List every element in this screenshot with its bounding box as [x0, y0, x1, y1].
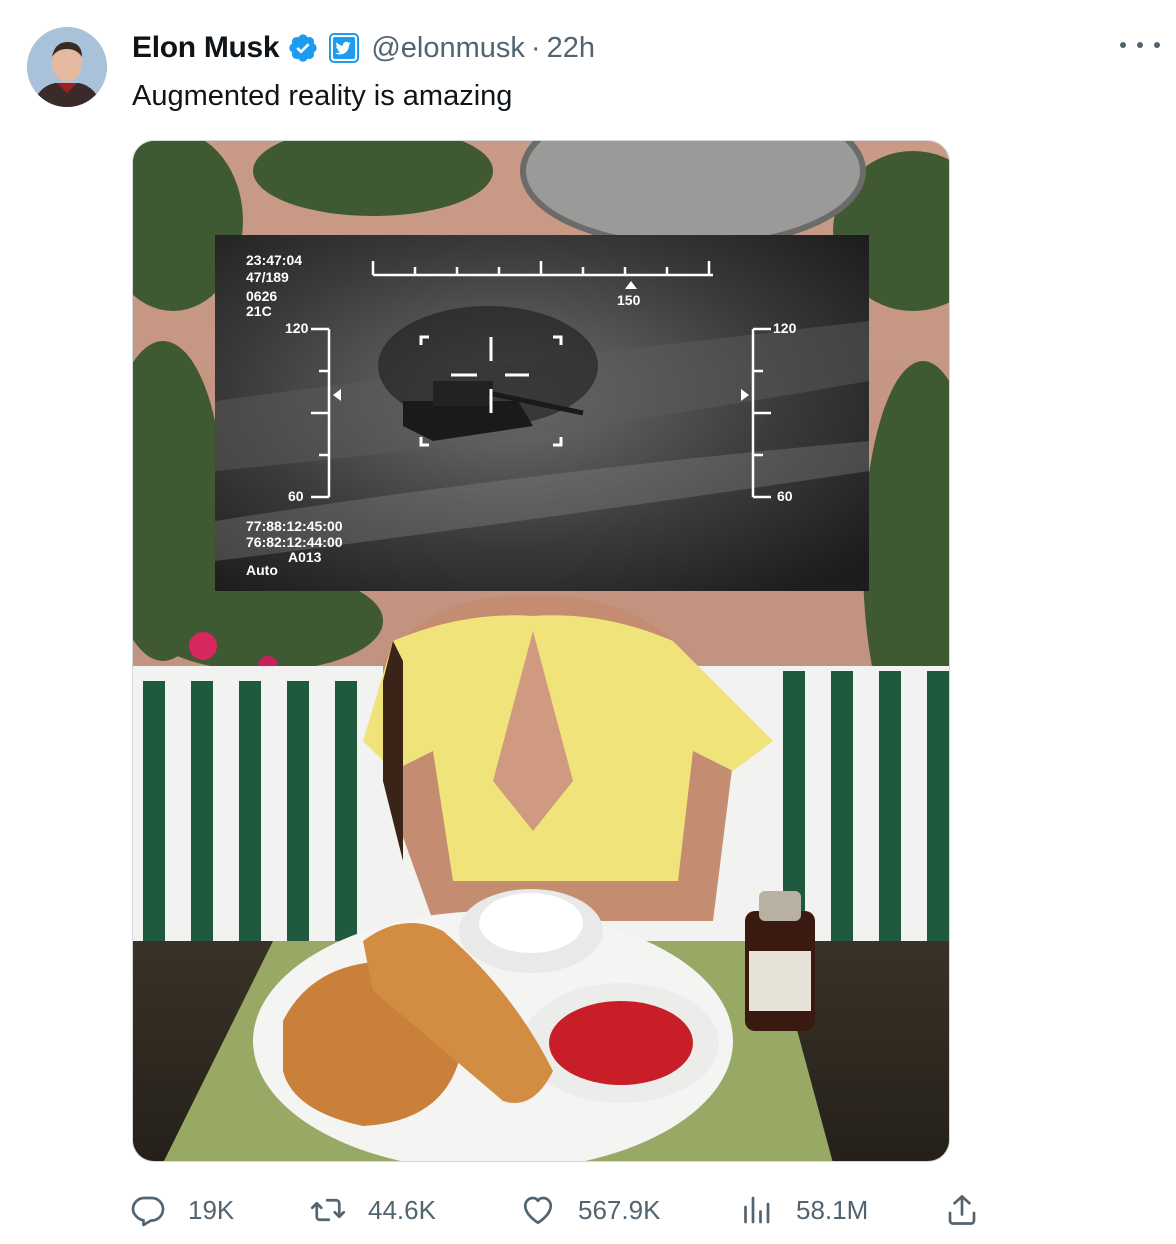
hud-id: A013 [288, 549, 322, 565]
reply-count: 19K [188, 1194, 235, 1225]
retweet-icon [310, 1198, 346, 1222]
affiliate-badge-icon[interactable] [329, 33, 360, 63]
share-icon [948, 1195, 976, 1225]
tweet-timestamp[interactable]: 22h [547, 32, 595, 65]
tweet-text: Augmented reality is amazing [132, 80, 513, 112]
tweet-media[interactable]: 23:47:04 47/189 0626 21C 120 60 120 60 1… [132, 140, 950, 1162]
retweet-count: 44.6K [368, 1194, 436, 1225]
views-icon [744, 1196, 770, 1224]
hud-frame: 47/189 [246, 269, 289, 285]
tweet-header: Elon Musk @elonmusk · 22h [132, 28, 595, 68]
hud-right-bottom: 60 [777, 488, 793, 504]
hud-code: 0626 [246, 288, 277, 304]
hud-heading: 150 [617, 292, 641, 308]
tweet-actions: 19K 44.6K 567.9K 58.1M [0, 1186, 1176, 1234]
like-button[interactable]: 567.9K [520, 1186, 660, 1234]
views-count: 58.1M [796, 1194, 869, 1225]
avatar[interactable] [27, 27, 107, 107]
hud-time: 23:47:04 [246, 252, 302, 268]
verified-badge-icon [287, 32, 319, 64]
hud-mode: Auto [246, 562, 278, 578]
hud-overlay: 23:47:04 47/189 0626 21C 120 60 120 60 1… [215, 235, 869, 591]
like-count: 567.9K [578, 1194, 661, 1225]
author-handle[interactable]: @elonmusk [371, 32, 525, 65]
hud-temp: 21C [246, 303, 272, 319]
retweet-button[interactable]: 44.6K [310, 1186, 436, 1234]
hud-coord-1: 77:88:12:45:00 [246, 518, 343, 534]
hud-left-top: 120 [285, 320, 309, 336]
hud-left-bottom: 60 [288, 488, 304, 504]
views-button[interactable]: 58.1M [738, 1186, 868, 1234]
like-icon [523, 1196, 553, 1225]
author-name[interactable]: Elon Musk [132, 31, 280, 65]
separator-dot: · [530, 31, 541, 64]
hud-coord-2: 76:82:12:44:00 [246, 534, 343, 550]
share-button[interactable] [944, 1186, 980, 1234]
hud-right-top: 120 [773, 320, 797, 336]
reply-icon [131, 1196, 165, 1227]
tweet: Elon Musk @elonmusk · 22h Augmented real… [0, 0, 1176, 1244]
reply-button[interactable]: 19K [130, 1186, 234, 1234]
more-icon[interactable] [1120, 30, 1160, 60]
